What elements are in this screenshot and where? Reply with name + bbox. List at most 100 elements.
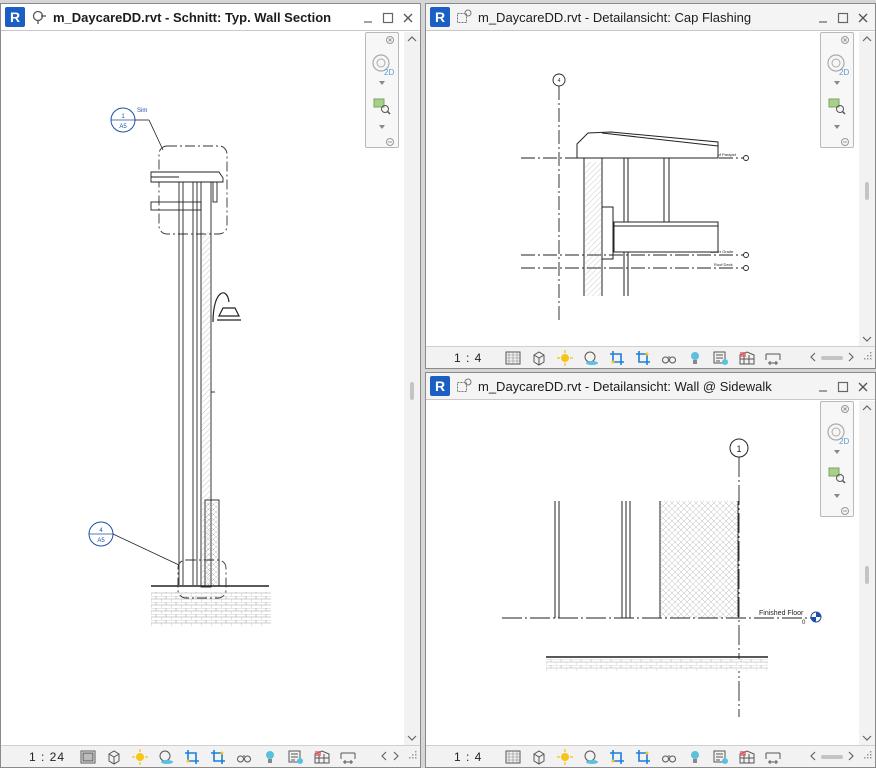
scroll-right-arrow[interactable]	[847, 349, 855, 367]
detail-level-icon[interactable]	[504, 349, 522, 367]
view-control-bar[interactable]: 1 : 4	[426, 346, 875, 368]
zoom-region-icon[interactable]	[821, 464, 853, 486]
minimize-icon[interactable]	[815, 10, 831, 26]
sun-path-icon[interactable]	[131, 748, 149, 766]
visual-style-icon[interactable]	[530, 349, 548, 367]
highlight-displacement-icon[interactable]	[764, 349, 782, 367]
zoom-dropdown-icon[interactable]	[821, 123, 853, 131]
scroll-thumb[interactable]	[865, 566, 869, 584]
scroll-thumb[interactable]	[821, 355, 843, 360]
scroll-thumb[interactable]	[410, 382, 414, 400]
scroll-up-arrow[interactable]	[404, 32, 420, 46]
resize-grip-icon[interactable]	[864, 347, 872, 365]
crop-view-icon[interactable]	[183, 748, 201, 766]
close-icon[interactable]	[855, 10, 871, 26]
close-icon[interactable]	[400, 10, 416, 26]
steering-wheel-dropdown-icon[interactable]	[821, 448, 853, 456]
navbar-options-icon[interactable]	[821, 506, 853, 516]
navbar-options-icon[interactable]	[821, 137, 853, 147]
steering-wheel-2d-icon[interactable]: 2D	[821, 418, 853, 448]
resize-grip-icon[interactable]	[409, 746, 417, 764]
horizontal-scrollbar[interactable]	[809, 748, 855, 766]
scroll-left-arrow[interactable]	[380, 748, 388, 766]
show-crop-region-icon[interactable]	[634, 748, 652, 766]
navigation-bar[interactable]: 2D	[820, 401, 854, 517]
analytical-model-icon[interactable]	[738, 349, 756, 367]
temporary-view-properties-icon[interactable]	[712, 349, 730, 367]
temporary-hide-icon[interactable]	[660, 349, 678, 367]
scroll-up-arrow[interactable]	[859, 32, 875, 46]
view-window-wall-sidewalk[interactable]: R m_DaycareDD.rvt - Detailansicht: Wall …	[425, 372, 876, 768]
navigation-bar[interactable]: 2D	[820, 32, 854, 148]
temporary-hide-icon[interactable]	[235, 748, 253, 766]
steering-wheel-dropdown-icon[interactable]	[821, 79, 853, 87]
vertical-scrollbar[interactable]	[404, 32, 420, 745]
horizontal-scrollbar[interactable]	[809, 349, 855, 367]
temporary-view-properties-icon[interactable]	[712, 748, 730, 766]
resize-grip-icon[interactable]	[864, 746, 872, 764]
view-scale[interactable]: 1 : 24	[29, 750, 79, 764]
zoom-region-icon[interactable]	[366, 95, 398, 117]
visual-style-icon[interactable]	[105, 748, 123, 766]
steering-wheel-2d-icon[interactable]: 2D	[366, 49, 398, 79]
reveal-hidden-icon[interactable]	[686, 748, 704, 766]
maximize-icon[interactable]	[835, 379, 851, 395]
temporary-hide-icon[interactable]	[660, 748, 678, 766]
vertical-scrollbar[interactable]	[859, 32, 875, 346]
zoom-region-icon[interactable]	[821, 95, 853, 117]
shadows-icon[interactable]	[157, 748, 175, 766]
view-control-bar[interactable]: 1 : 24	[1, 745, 420, 767]
zoom-dropdown-icon[interactable]	[366, 123, 398, 131]
show-crop-region-icon[interactable]	[209, 748, 227, 766]
navbar-options-icon[interactable]	[366, 137, 398, 147]
view-titlebar[interactable]: R m_DaycareDD.rvt - Detailansicht: Wall …	[426, 373, 875, 400]
shadows-icon[interactable]	[582, 349, 600, 367]
scroll-right-arrow[interactable]	[847, 748, 855, 766]
navbar-close-icon[interactable]	[821, 404, 853, 414]
scroll-thumb[interactable]	[865, 182, 869, 200]
navigation-bar[interactable]: 2D	[365, 32, 399, 148]
steering-wheel-dropdown-icon[interactable]	[366, 79, 398, 87]
horizontal-scrollbar[interactable]	[380, 748, 400, 766]
detail-level-icon[interactable]	[79, 748, 97, 766]
sun-path-icon[interactable]	[556, 748, 574, 766]
view-titlebar[interactable]: R m_DaycareDD.rvt - Detailansicht: Cap F…	[426, 4, 875, 31]
shadows-icon[interactable]	[582, 748, 600, 766]
maximize-icon[interactable]	[835, 10, 851, 26]
scroll-up-arrow[interactable]	[859, 401, 875, 415]
analytical-model-icon[interactable]	[313, 748, 331, 766]
sun-path-icon[interactable]	[556, 349, 574, 367]
minimize-icon[interactable]	[360, 10, 376, 26]
analytical-model-icon[interactable]	[738, 748, 756, 766]
view-scale[interactable]: 1 : 4	[454, 750, 504, 764]
reveal-hidden-icon[interactable]	[686, 349, 704, 367]
steering-wheel-2d-icon[interactable]: 2D	[821, 49, 853, 79]
show-crop-region-icon[interactable]	[634, 349, 652, 367]
scroll-down-arrow[interactable]	[859, 332, 875, 346]
navbar-close-icon[interactable]	[821, 35, 853, 45]
scroll-thumb[interactable]	[821, 754, 843, 759]
close-icon[interactable]	[855, 379, 871, 395]
scroll-right-arrow[interactable]	[392, 748, 400, 766]
drawing-canvas[interactable]: 1 A5 Sim 4 A5	[1, 32, 401, 747]
highlight-displacement-icon[interactable]	[764, 748, 782, 766]
scroll-down-arrow[interactable]	[859, 731, 875, 745]
view-window-cap-flashing[interactable]: R m_DaycareDD.rvt - Detailansicht: Cap F…	[425, 3, 876, 369]
view-titlebar[interactable]: R m_DaycareDD.rvt - Schnitt: Typ. Wall S…	[1, 4, 420, 31]
zoom-dropdown-icon[interactable]	[821, 492, 853, 500]
view-scale[interactable]: 1 : 4	[454, 351, 504, 365]
detail-level-icon[interactable]	[504, 748, 522, 766]
drawing-canvas[interactable]: 4 Top of Parapet Gutter Grade Roof Deck	[426, 32, 856, 348]
crop-view-icon[interactable]	[608, 349, 626, 367]
temporary-view-properties-icon[interactable]	[287, 748, 305, 766]
view-control-bar[interactable]: 1 : 4	[426, 745, 875, 767]
grid-line-4[interactable]	[552, 73, 566, 322]
highlight-displacement-icon[interactable]	[339, 748, 357, 766]
view-window-wall-section[interactable]: R m_DaycareDD.rvt - Schnitt: Typ. Wall S…	[0, 3, 421, 768]
scroll-left-arrow[interactable]	[809, 748, 817, 766]
scroll-left-arrow[interactable]	[809, 349, 817, 367]
drawing-canvas[interactable]: 1 Finished Floor 0	[426, 401, 856, 747]
minimize-icon[interactable]	[815, 379, 831, 395]
reveal-hidden-icon[interactable]	[261, 748, 279, 766]
crop-view-icon[interactable]	[608, 748, 626, 766]
